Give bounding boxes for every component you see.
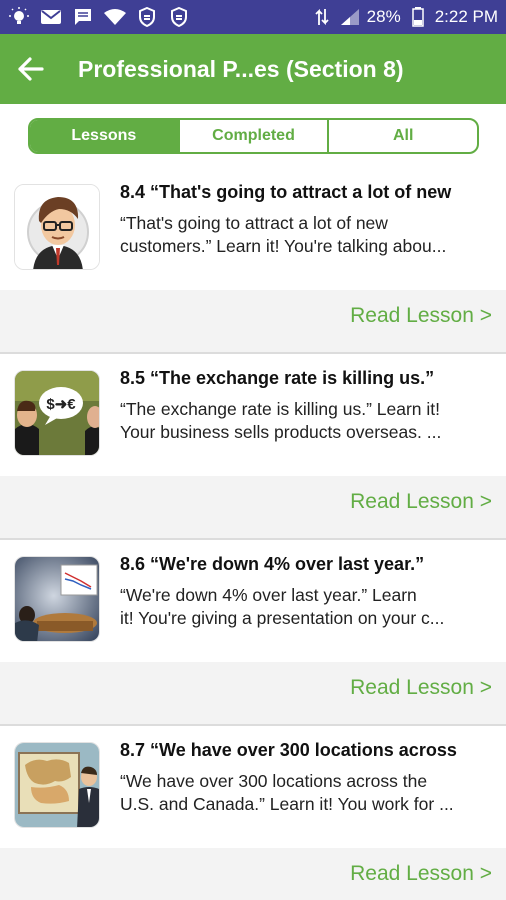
lesson-description-line: it! You're giving a presentation on your… xyxy=(120,608,445,628)
lesson-thumbnail-presentation xyxy=(14,556,100,642)
wifi-icon xyxy=(104,6,126,28)
lesson-description-line: “We have over 300 locations across the xyxy=(120,771,428,791)
back-button[interactable] xyxy=(0,34,60,104)
lesson-description-line: “The exchange rate is killing us.” Learn… xyxy=(120,399,441,419)
message-icon xyxy=(72,6,94,28)
lesson-title: 8.5 “The exchange rate is killing us.” xyxy=(120,368,435,388)
tab-completed[interactable]: Completed xyxy=(180,120,330,152)
page-title: Professional P...es (Section 8) xyxy=(78,55,404,82)
lesson-card[interactable]: 8.7 “We have over 300 locations across “… xyxy=(0,726,506,900)
lesson-card[interactable]: 8.6 “We're down 4% over last year.” “We'… xyxy=(0,540,506,726)
segmented-control: Lessons Completed All xyxy=(28,118,479,154)
lesson-description-line: U.S. and Canada.” Learn it! You work for… xyxy=(120,794,454,814)
lesson-description: “The exchange rate is killing us.” Learn… xyxy=(120,398,490,444)
lesson-description: “That's going to attract a lot of new cu… xyxy=(120,212,490,258)
lesson-thumbnail-map xyxy=(14,742,100,828)
lesson-description-line: customers.” Learn it! You're talking abo… xyxy=(120,236,447,256)
app-bar: Professional P...es (Section 8) xyxy=(0,34,506,104)
battery-icon xyxy=(407,6,429,28)
lesson-thumbnail-man-glasses xyxy=(14,184,100,270)
lesson-title: 8.6 “We're down 4% over last year.” xyxy=(120,554,425,574)
lesson-thumbnail-exchange: $➜€ xyxy=(14,370,100,456)
signal-icon xyxy=(339,6,361,28)
data-arrows-icon xyxy=(311,6,333,28)
lesson-card[interactable]: 8.4 “That's going to attract a lot of ne… xyxy=(0,168,506,354)
clock: 2:22 PM xyxy=(434,7,498,26)
gmail-icon xyxy=(40,6,62,28)
tabs-bar: Lessons Completed All xyxy=(0,104,506,168)
lesson-card[interactable]: $➜€ 8.5 “The exchange rate is killing us… xyxy=(0,354,506,540)
vpn-shield-icon xyxy=(168,6,190,28)
lesson-description: “We're down 4% over last year.” Learn it… xyxy=(120,584,490,630)
tab-lessons[interactable]: Lessons xyxy=(30,120,180,152)
status-bar: 28% 2:22 PM xyxy=(0,0,506,34)
read-lesson-link[interactable]: Read Lesson > xyxy=(350,862,492,886)
lightbulb-icon xyxy=(8,6,30,28)
read-lesson-link[interactable]: Read Lesson > xyxy=(350,304,492,328)
read-lesson-link[interactable]: Read Lesson > xyxy=(350,676,492,700)
lesson-description: “We have over 300 locations across the U… xyxy=(120,770,490,816)
lesson-description-line: “That's going to attract a lot of new xyxy=(120,213,388,233)
arrow-left-icon xyxy=(18,57,44,81)
read-lesson-link[interactable]: Read Lesson > xyxy=(350,490,492,514)
vpn-shield-icon xyxy=(136,6,158,28)
lesson-description-line: “We're down 4% over last year.” Learn xyxy=(120,585,417,605)
tab-all[interactable]: All xyxy=(329,120,477,152)
lesson-description-line: Your business sells products overseas. .… xyxy=(120,422,442,442)
lesson-list: 8.4 “That's going to attract a lot of ne… xyxy=(0,168,506,900)
exchange-symbol: $➜€ xyxy=(46,396,76,413)
lesson-title: 8.4 “That's going to attract a lot of ne… xyxy=(120,182,452,202)
battery-text: 28% xyxy=(366,7,401,26)
lesson-title: 8.7 “We have over 300 locations across xyxy=(120,740,457,760)
